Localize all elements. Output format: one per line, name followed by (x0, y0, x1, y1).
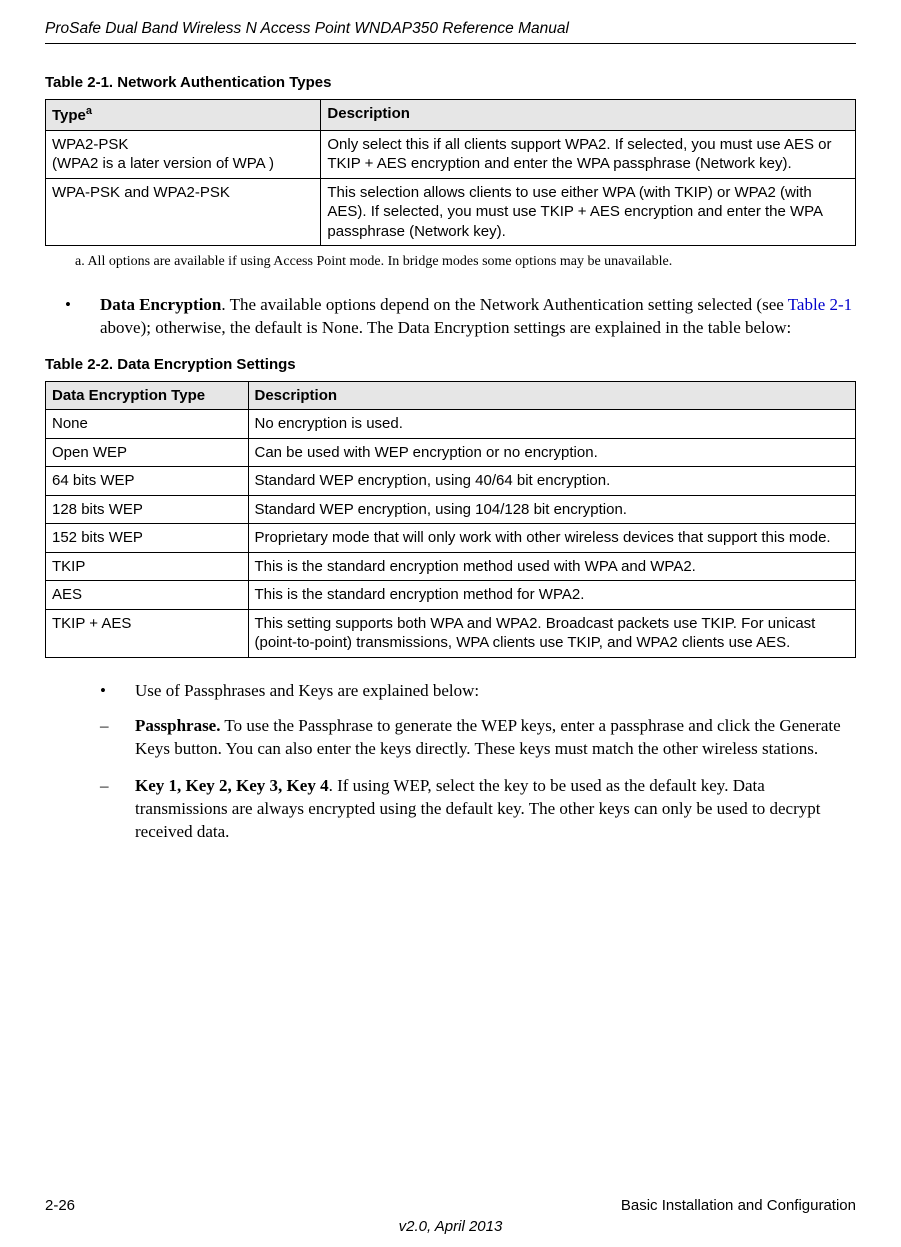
link-table-2-1[interactable]: Table 2-1 (788, 295, 852, 314)
table-data-encryption: Data Encryption Type Description NoneNo … (45, 381, 856, 658)
table1-caption: Table 2-1. Network Authentication Types (45, 74, 856, 91)
page-footer: 2-26 Basic Installation and Configuratio… (45, 1197, 856, 1235)
sub-item-passphrase: – Passphrase. To use the Passphrase to g… (100, 715, 856, 761)
footer-version: v2.0, April 2013 (45, 1218, 856, 1235)
sub-item-keys: – Key 1, Key 2, Key 3, Key 4. If using W… (100, 775, 856, 844)
th-description: Description (321, 100, 856, 131)
table-row: 152 bits WEPProprietary mode that will o… (46, 524, 856, 553)
th-enc-type: Data Encryption Type (46, 381, 249, 410)
td-type: WPA-PSK and WPA2-PSK (46, 178, 321, 246)
table-row: TKIPThis is the standard encryption meth… (46, 552, 856, 581)
th-description: Description (248, 381, 856, 410)
table2-caption: Table 2-2. Data Encryption Settings (45, 356, 856, 373)
table-row: AESThis is the standard encryption metho… (46, 581, 856, 610)
table-network-auth: Typea Description WPA2-PSK (WPA2 is a la… (45, 99, 856, 246)
table-row: 128 bits WEPStandard WEP encryption, usi… (46, 495, 856, 524)
label-data-encryption: Data Encryption (100, 295, 221, 314)
th-type: Typea (46, 100, 321, 131)
td-desc: Only select this if all clients support … (321, 130, 856, 178)
table-header-row: Typea Description (46, 100, 856, 131)
table-row: NoneNo encryption is used. (46, 410, 856, 439)
header-title: ProSafe Dual Band Wireless N Access Poin… (45, 20, 856, 38)
body-item-passphrase-intro: • Use of Passphrases and Keys are explai… (100, 680, 856, 703)
table-row: Open WEPCan be used with WEP encryption … (46, 438, 856, 467)
body-item-data-encryption: • Data Encryption. The available options… (65, 294, 856, 340)
header-rule (45, 43, 856, 44)
table-header-row: Data Encryption Type Description (46, 381, 856, 410)
td-desc: This selection allows clients to use eit… (321, 178, 856, 246)
table-row: WPA2-PSK (WPA2 is a later version of WPA… (46, 130, 856, 178)
td-type: WPA2-PSK (WPA2 is a later version of WPA… (46, 130, 321, 178)
table-row: 64 bits WEPStandard WEP encryption, usin… (46, 467, 856, 496)
table-row: WPA-PSK and WPA2-PSK This selection allo… (46, 178, 856, 246)
footer-section: Basic Installation and Configuration (621, 1197, 856, 1214)
page-number: 2-26 (45, 1197, 75, 1214)
table1-footnote: a. All options are available if using Ac… (75, 254, 856, 270)
table-row: TKIP + AESThis setting supports both WPA… (46, 609, 856, 657)
